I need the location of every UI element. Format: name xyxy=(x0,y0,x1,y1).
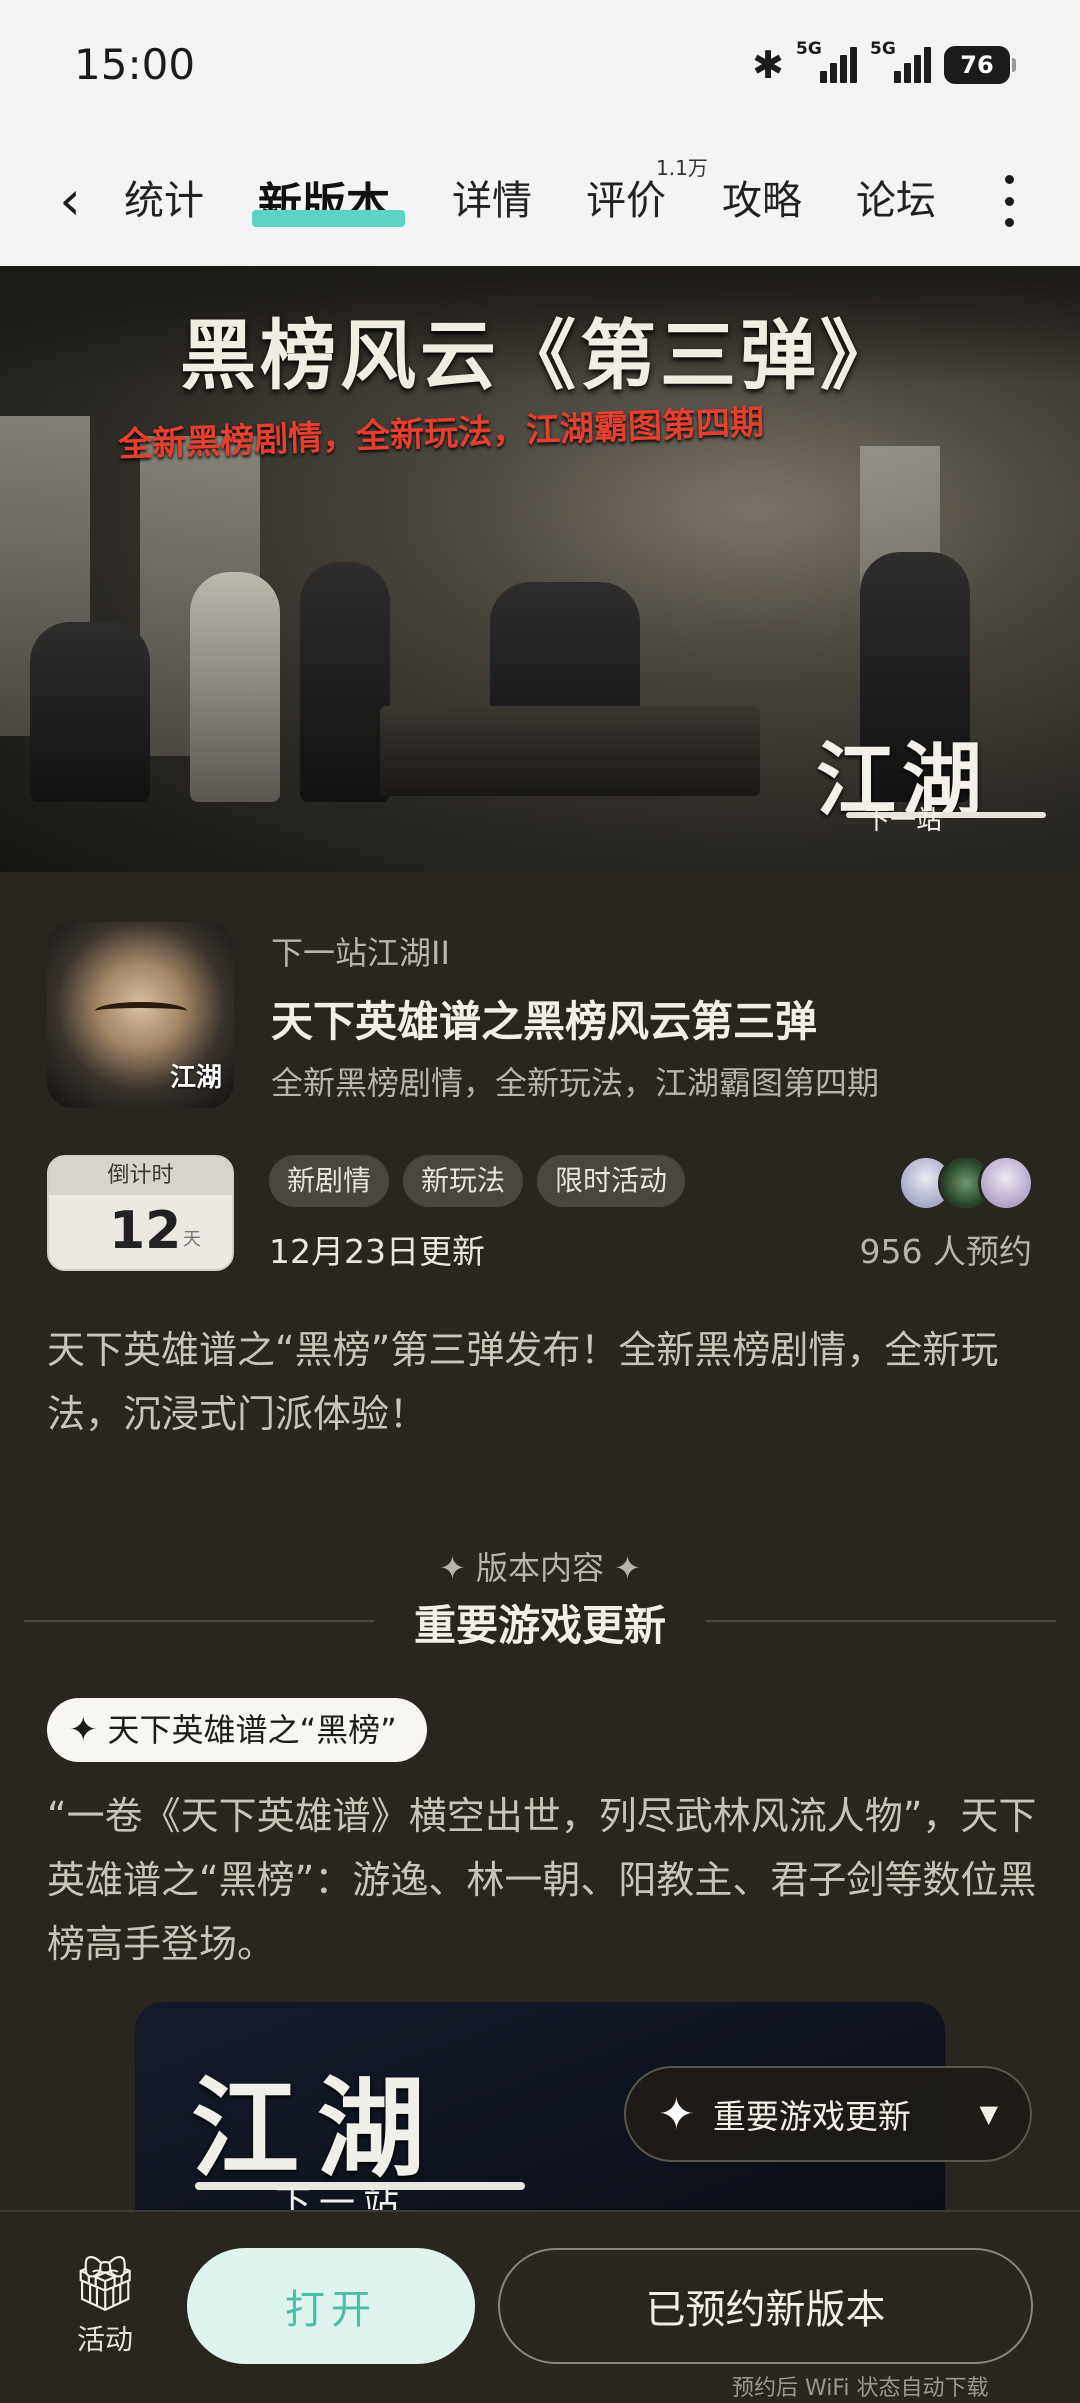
status-bar: 15:00 ✱ 5G 5G 76 xyxy=(0,0,1080,130)
banner-title: 黑榜风云《第三弹》 xyxy=(180,311,900,400)
activity-label: 活动 xyxy=(76,2323,133,2356)
signal-icon: 5G xyxy=(796,39,858,87)
game-logo: 江湖 下一站 xyxy=(816,716,1046,836)
tab-bar: ‹ 统计 新版本 详情 评价 攻略 论坛 xyxy=(0,130,1080,266)
open-button[interactable]: 打开 xyxy=(187,2248,475,2364)
feature-pill-label: 天下英雄谱之“黑榜” xyxy=(107,1711,397,1749)
review-count-badge: 1.1万 xyxy=(656,156,708,180)
activity-button[interactable]: 🎁︎ 活动 xyxy=(60,2254,150,2358)
battery-icon: 76 xyxy=(944,46,1016,84)
update-date: 12月23日更新 xyxy=(269,1232,485,1271)
countdown-label: 倒计时 xyxy=(49,1157,232,1195)
tag-chip: 限时活动 xyxy=(537,1155,686,1207)
tab-details[interactable]: 详情 xyxy=(452,168,532,226)
section-kicker: ✦ 版本内容 ✦ xyxy=(439,1549,641,1587)
sparkle-icon: ✦ xyxy=(69,1710,98,1750)
reserved-button[interactable]: 已预约新版本 xyxy=(498,2248,1033,2364)
section-jump-label: 重要游戏更新 xyxy=(712,2097,911,2136)
countdown-unit: 天 xyxy=(183,1229,201,1250)
reserver-avatars xyxy=(898,1155,1034,1211)
tab-forum[interactable]: 论坛 xyxy=(856,168,936,226)
tag-list: 新剧情 新玩法 限时活动 xyxy=(269,1155,686,1207)
signal-label: 5G xyxy=(870,39,896,59)
feature-body: “一卷《天下英雄谱》横空出世，列尽武林风流人物”，天下英雄谱之“黑榜”：游逸、林… xyxy=(47,1794,1037,1966)
more-options-icon[interactable] xyxy=(995,175,1023,227)
active-tab-indicator xyxy=(252,210,405,227)
back-arrow-icon[interactable]: ‹ xyxy=(48,169,92,232)
countdown-badge: 倒计时 12 天 xyxy=(47,1155,234,1271)
section-title: 重要游戏更新 xyxy=(413,1601,666,1650)
version-description: 天下英雄谱之“黑榜”第三弹发布！全新黑榜剧情，全新玩法，沉浸式门派体验！ xyxy=(47,1328,999,1436)
version-title: 天下英雄谱之黑榜风云第三弹 xyxy=(271,997,818,1046)
version-subtitle: 全新黑榜剧情，全新玩法，江湖霸图第四期 xyxy=(271,1064,880,1102)
sparkle-icon: ✦ xyxy=(658,2088,695,2140)
tab-stats[interactable]: 统计 xyxy=(124,168,204,226)
app-icon[interactable]: 江湖 xyxy=(47,922,234,1108)
caret-down-icon: ▼ xyxy=(979,2100,998,2128)
wifi-download-note: 预约后 WiFi 状态自动下载 xyxy=(732,2376,989,2401)
status-time: 15:00 xyxy=(74,40,196,89)
version-banner[interactable]: 黑榜风云《第三弹》 全新黑榜剧情，全新玩法，江湖霸图第四期 江湖 下一站 xyxy=(0,266,1080,872)
banner-subtitle: 全新黑榜剧情，全新玩法，江湖霸图第四期 xyxy=(117,402,765,466)
section-jump-menu[interactable]: ✦ 重要游戏更新 ▼ xyxy=(624,2066,1032,2162)
avatar xyxy=(978,1155,1034,1211)
tag-chip: 新剧情 xyxy=(269,1155,390,1207)
feature-pill: ✦ 天下英雄谱之“黑榜” xyxy=(47,1698,427,1762)
reserve-count: 956 人预约 xyxy=(859,1232,1032,1271)
status-icons: ✱ 5G 5G 76 xyxy=(752,39,1016,90)
signal-label: 5G xyxy=(796,39,822,59)
developer-name: 下一站江湖II xyxy=(271,934,450,972)
signal-icon: 5G xyxy=(870,39,932,87)
gift-icon: 🎁︎ xyxy=(70,2252,140,2315)
countdown-number: 12 xyxy=(109,1201,182,1261)
tag-chip: 新玩法 xyxy=(403,1155,524,1207)
tab-guides[interactable]: 攻略 xyxy=(722,168,802,226)
bluetooth-icon: ✱ xyxy=(752,43,784,87)
tab-reviews[interactable]: 评价 xyxy=(586,168,666,226)
